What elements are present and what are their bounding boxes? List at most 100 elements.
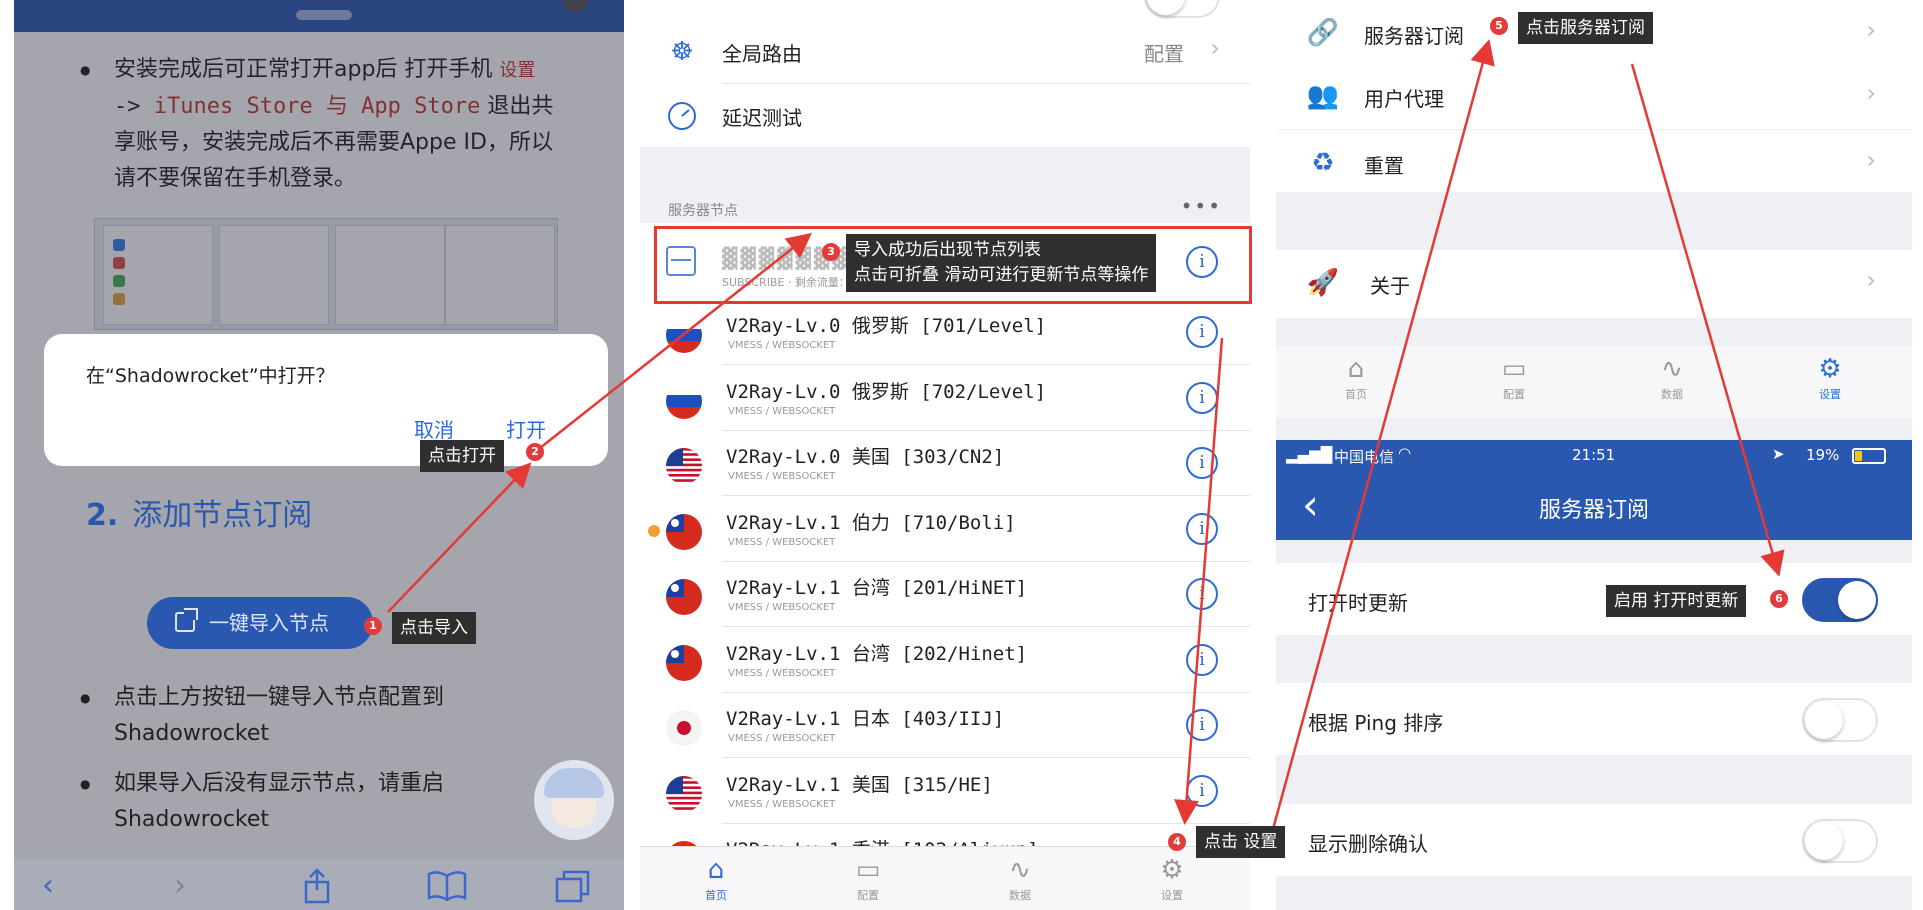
flag-russia-icon: [666, 317, 702, 353]
selected-dot: [648, 524, 660, 537]
about-row[interactable]: 🚀 关于 ›: [1276, 250, 1912, 318]
step-badge: 4: [1168, 833, 1186, 851]
back-button[interactable]: ‹: [42, 868, 54, 903]
tab-label: 首页: [705, 889, 727, 902]
forward-button[interactable]: ›: [174, 868, 186, 903]
link-icon: 🔗: [1306, 18, 1340, 48]
partial-toggle[interactable]: [1144, 0, 1220, 18]
global-routing-row[interactable]: ☸ 全局路由 配置 ›: [640, 20, 1250, 84]
node-protocol: VMESS / WEBSOCKET: [728, 471, 836, 482]
flag-japan-icon: [666, 710, 702, 746]
callout-import: 点击导入: [392, 612, 476, 644]
node-name: V2Ray-Lv.1 日本 [403/IIJ]: [726, 708, 1005, 730]
tabs-icon[interactable]: [554, 870, 592, 904]
reset-icon: ♻: [1311, 148, 1335, 178]
info-icon[interactable]: i: [1186, 578, 1218, 610]
latency-test-row[interactable]: 延迟测试: [640, 84, 1250, 148]
tab-label: 数据: [1661, 388, 1683, 401]
tab-label: 数据: [1009, 889, 1031, 902]
step-badge: 1: [364, 617, 382, 635]
info-icon[interactable]: i: [1186, 643, 1218, 676]
more-icon[interactable]: •••: [1181, 194, 1222, 218]
share-icon: [175, 608, 198, 632]
section-title: 添加节点订阅: [132, 498, 313, 533]
info-icon[interactable]: i: [1186, 381, 1218, 414]
delete-confirm-row: 显示删除确认: [1276, 804, 1912, 876]
delete-confirm-toggle[interactable]: [1802, 819, 1878, 863]
tab-data[interactable]: ∿ 数据: [1632, 352, 1712, 402]
info-icon[interactable]: i: [1186, 316, 1218, 348]
carrier-text: 中国电信: [1334, 448, 1395, 466]
tab-settings[interactable]: ⚙ 设置: [1132, 853, 1212, 903]
step-badge: 3: [822, 243, 840, 261]
tab-config[interactable]: ▭ 配置: [1474, 352, 1554, 402]
sort-by-ping-toggle[interactable]: [1802, 698, 1878, 742]
chevron-right-icon: ›: [1866, 79, 1876, 107]
location-icon: ➤: [1772, 445, 1785, 463]
node-protocol: VMESS / WEBSOCKET: [728, 536, 836, 548]
restart-instruction: 如果导入后没有显示节点，请重启 Shadowrocket: [80, 766, 574, 838]
node-row[interactable]: V2Ray-Lv.1 台湾 [202/Hinet] VMESS / WEBSOCK…: [640, 627, 1250, 693]
node-name: V2Ray-Lv.1 台湾 [202/Hinet]: [726, 642, 1028, 665]
mascot-image: [534, 760, 614, 840]
section-heading: 2. 添加节点订阅: [86, 490, 312, 534]
tab-home[interactable]: ⌂ 首页: [1316, 352, 1396, 402]
speedometer-icon: [668, 102, 696, 130]
toggle-label: 打开时更新: [1308, 591, 1408, 615]
info-icon[interactable]: i: [1186, 447, 1218, 479]
pulse-icon: ∿: [1009, 855, 1031, 885]
row-label: 关于: [1370, 274, 1410, 298]
info-icon[interactable]: i: [1186, 709, 1218, 741]
info-icon[interactable]: i: [1186, 512, 1218, 545]
callout-enable-update: 启用 打开时更新: [1606, 585, 1747, 617]
gear-icon: ⚙: [1160, 855, 1184, 885]
node-protocol: VMESS / WEBSOCKET: [728, 733, 836, 744]
dialog-cancel-button[interactable]: 取消: [414, 414, 454, 443]
node-row[interactable]: V2Ray-Lv.1 日本 [403/IIJ] VMESS / WEBSOCKET…: [640, 693, 1250, 758]
chevron-right-icon: ›: [1866, 16, 1876, 44]
sort-by-ping-row: 根据 Ping 排序: [1276, 683, 1912, 755]
step-badge: 2: [526, 443, 544, 461]
wifi-icon: ◠: [1398, 444, 1412, 462]
share-icon[interactable]: [300, 868, 334, 904]
folder-icon: ▭: [1501, 354, 1527, 384]
node-row[interactable]: V2Ray-Lv.1 美国 [315/HE] VMESS / WEBSOCKET i: [640, 758, 1250, 824]
global-routing-label: 全局路由: [722, 42, 802, 66]
tab-config[interactable]: ▭ 配置: [828, 853, 908, 903]
node-row[interactable]: V2Ray-Lv.0 俄罗斯 [702/Level] VMESS / WEBSOC…: [640, 365, 1250, 431]
latency-test-label: 延迟测试: [722, 106, 802, 130]
import-button-label: 一键导入节点: [209, 611, 329, 635]
tab-bar: ⌂ 首页 ▭ 配置 ∿ 数据 ⚙ 设置: [640, 846, 1250, 910]
chevron-right-icon: ›: [1866, 146, 1876, 174]
node-protocol: VMESS / WEBSOCKET: [728, 405, 836, 417]
user-agent-row[interactable]: 👥 用户代理 ›: [1276, 63, 1912, 129]
partial-row: [640, 0, 1250, 20]
flag-taiwan-icon: [666, 513, 702, 550]
flag-usa-icon: [666, 448, 702, 484]
node-protocol: VMESS / WEBSOCKET: [728, 798, 836, 810]
update-on-open-toggle[interactable]: [1802, 578, 1878, 622]
open-in-app-dialog: 在“Shadowrocket”中打开？: [44, 334, 608, 466]
node-row[interactable]: V2Ray-Lv.0 美国 [303/CN2] VMESS / WEBSOCKET…: [640, 431, 1250, 496]
safari-toolbar: ‹ ›: [14, 860, 624, 910]
node-name: V2Ray-Lv.1 台湾 [201/HiNET]: [726, 577, 1028, 599]
helm-icon: ☸: [670, 37, 694, 67]
page-title: 服务器订阅: [1538, 498, 1649, 523]
reset-row[interactable]: ♻ 重置 ›: [1276, 130, 1912, 192]
shadowrocket-home-panel: ☸ 全局路由 配置 › 延迟测试 服务器节点 ••• ▓▓▓▓▓▓▓ SUBSC…: [640, 0, 1250, 910]
dialog-open-button[interactable]: 打开: [506, 414, 546, 443]
chevron-right-icon: ›: [1210, 34, 1220, 62]
tab-home[interactable]: ⌂ 首页: [676, 853, 756, 903]
info-icon[interactable]: i: [1186, 774, 1218, 807]
section-number: 2.: [86, 498, 119, 533]
import-nodes-button[interactable]: 一键导入节点: [147, 597, 373, 649]
node-row[interactable]: V2Ray-Lv.1 台湾 [201/HiNET] VMESS / WEBSOCK…: [640, 562, 1250, 627]
tab-data[interactable]: ∿ 数据: [980, 853, 1060, 903]
rocket-icon: 🚀: [1306, 268, 1340, 298]
tab-label: 配置: [1503, 388, 1525, 401]
server-nodes-label: 服务器节点: [668, 203, 738, 219]
node-row[interactable]: V2Ray-Lv.0 俄罗斯 [701/Level] VMESS / WEBSOC…: [640, 300, 1250, 365]
tab-settings[interactable]: ⚙ 设置: [1790, 352, 1870, 402]
node-row[interactable]: V2Ray-Lv.1 伯力 [710/Boli] VMESS / WEBSOCKE…: [640, 496, 1250, 562]
bookmarks-icon[interactable]: [426, 870, 468, 902]
